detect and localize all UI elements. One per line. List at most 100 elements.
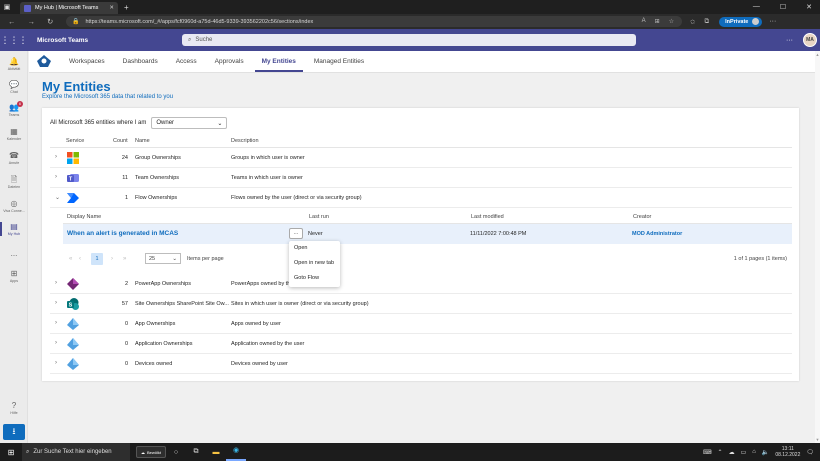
table-row[interactable]: › 24 Group Ownerships Groups in which us… (50, 148, 792, 168)
taskbar-search[interactable]: ⌕ Zur Suche Text hier eingeben (22, 443, 130, 461)
chevron-right-icon[interactable]: › (55, 320, 57, 326)
col-last-modified[interactable]: Last modified (471, 214, 504, 220)
table-row[interactable]: ⌄ 1 Flow Ownerships Flows owned by the u… (50, 188, 792, 208)
tab-approvals[interactable]: Approvals (206, 58, 253, 72)
page-number[interactable]: 1 (91, 253, 103, 265)
first-page-icon[interactable]: « (69, 256, 72, 262)
tab-workspaces[interactable]: Workspaces (60, 58, 114, 72)
rail-item-help[interactable]: ? Hilfe (0, 401, 28, 415)
tab-managed-entities[interactable]: Managed Entities (305, 58, 373, 72)
chevron-down-icon[interactable]: ⌄ (55, 194, 60, 201)
rail-item-calls[interactable]: ☎ Anrufe (0, 151, 28, 165)
chevron-right-icon[interactable]: › (55, 340, 57, 346)
chevron-right-icon[interactable]: › (55, 360, 57, 366)
menu-item-open-new-tab[interactable]: Open in new tab (289, 256, 340, 271)
col-name[interactable]: Name (135, 138, 150, 144)
battery-icon[interactable]: ▭ (741, 449, 747, 456)
weather-widget[interactable]: ☁ Bewölkt (136, 446, 166, 458)
notification-badge: 6 (16, 101, 23, 107)
tab-my-entities[interactable]: My Entities (253, 58, 305, 72)
tab-dashboards[interactable]: Dashboards (114, 58, 167, 72)
chevron-up-icon[interactable]: ⌃ (718, 449, 723, 456)
download-icon[interactable]: ⭳ (3, 424, 25, 440)
col-description[interactable]: Description (231, 138, 259, 144)
task-view-icon[interactable]: ⧉ (186, 448, 206, 456)
network-icon[interactable]: ⌂ (752, 449, 756, 455)
app-launcher-icon[interactable]: ⋮⋮⋮ (0, 35, 28, 46)
creator-link[interactable]: MOD Administrator (632, 231, 682, 237)
settings-more-icon[interactable]: ··· (786, 37, 793, 44)
volume-icon[interactable]: 🔈 (762, 449, 769, 456)
col-creator[interactable]: Creator (633, 214, 651, 220)
avatar[interactable]: MA (803, 33, 817, 47)
app-available-icon[interactable]: ⊞ (655, 18, 660, 25)
next-page-icon[interactable]: › (111, 256, 113, 262)
back-icon[interactable]: ← (8, 17, 16, 26)
rail-item-teams[interactable]: 👥 6 Teams (0, 101, 28, 117)
table-row[interactable]: › S 57 Site Ownerships SharePoint Site O… (50, 294, 792, 314)
rail-label: Teams (8, 113, 20, 117)
chevron-right-icon[interactable]: › (55, 280, 57, 286)
favorite-star-icon[interactable]: ☆ (669, 18, 674, 25)
table-row[interactable]: › 2 PowerApp Ownerships PowerApps owned … (50, 274, 792, 294)
rail-item-activity[interactable]: 🔔 Aktivität (0, 57, 28, 71)
browser-menu-icon[interactable]: ··· (769, 18, 776, 25)
page-size-dropdown[interactable]: 25 ⌄ (145, 253, 181, 264)
maximize-icon[interactable]: ☐ (780, 3, 786, 11)
flow-name-link[interactable]: When an alert is generated in MCAS (67, 230, 178, 237)
more-actions-button[interactable]: ... (289, 228, 303, 239)
favorites-icon[interactable]: ✩ (690, 18, 695, 26)
forward-icon[interactable]: → (28, 17, 36, 26)
rail-item-files[interactable]: 🗎 Dateien (0, 175, 28, 189)
scrollbar[interactable]: ▲ ▼ (815, 51, 820, 443)
browser-tab[interactable]: My Hub | Microsoft Teams ✕ (20, 2, 118, 14)
tab-access[interactable]: Access (167, 58, 206, 72)
address-bar[interactable]: 🔒 https://teams.microsoft.com/_#/apps/fc… (66, 16, 682, 27)
table-row[interactable]: › 0 App Ownerships Apps owned by user (50, 314, 792, 334)
clock[interactable]: 13:11 08.12.2022 (775, 446, 800, 458)
table-row[interactable]: › 0 Application Ownerships Application o… (50, 334, 792, 354)
col-last-run[interactable]: Last run (309, 214, 329, 220)
azure-icon (67, 318, 79, 330)
keyboard-icon[interactable]: ⌨ (703, 449, 712, 456)
rail-item-chat[interactable]: 💬 Chat (0, 80, 28, 94)
chevron-right-icon[interactable]: › (55, 154, 57, 160)
col-service[interactable]: Service (66, 138, 84, 144)
notifications-icon[interactable]: 🗨 (806, 449, 814, 456)
close-tab-icon[interactable]: ✕ (109, 5, 114, 11)
inprivate-badge[interactable]: InPrivate (719, 16, 763, 27)
prev-page-icon[interactable]: ‹ (79, 256, 81, 262)
rail-item-viva[interactable]: ◎ Viva Conne... (0, 199, 28, 213)
chevron-right-icon[interactable]: › (55, 174, 57, 180)
windows-start-icon[interactable]: ⊞ (0, 448, 22, 457)
cortana-icon[interactable]: ○ (166, 449, 186, 456)
flow-row[interactable]: When an alert is generated in MCAS ... N… (63, 224, 792, 244)
chevron-right-icon[interactable]: › (55, 300, 57, 306)
role-dropdown[interactable]: Owner ⌄ (151, 117, 228, 129)
collections-icon[interactable]: ⧉ (704, 18, 709, 26)
minimize-icon[interactable]: — (753, 3, 760, 11)
rail-label: Hilfe (10, 411, 18, 415)
new-tab-icon[interactable]: + (124, 3, 129, 12)
scroll-down-icon[interactable]: ▼ (815, 437, 820, 442)
rail-item-apps[interactable]: ⊞ Apps (0, 269, 28, 283)
table-row[interactable]: › 0 Devices owned Devices owned by user (50, 354, 792, 374)
menu-item-open[interactable]: Open (289, 241, 340, 256)
file-explorer-icon[interactable]: ▬ (206, 449, 226, 456)
tab-actions-icon[interactable]: ▣ (0, 0, 14, 14)
refresh-icon[interactable]: ↻ (47, 17, 53, 26)
close-window-icon[interactable]: ✕ (806, 3, 812, 11)
edge-icon[interactable]: ◉ (226, 443, 246, 461)
menu-item-goto-flow[interactable]: Goto Flow (289, 271, 340, 286)
col-count[interactable]: Count (113, 138, 128, 144)
rail-item-calendar[interactable]: ▦ Kalender (0, 127, 28, 141)
table-row[interactable]: › T 11 Team Ownerships Teams in which us… (50, 168, 792, 188)
read-aloud-icon[interactable]: A (642, 18, 646, 25)
scroll-up-icon[interactable]: ▲ (815, 52, 820, 57)
search-input[interactable]: ⌕ Suche (182, 34, 636, 46)
rail-item-myhub[interactable]: ▤ My Hub (0, 222, 28, 236)
onedrive-icon[interactable]: ☁ (729, 449, 735, 456)
col-display-name[interactable]: Display Name (67, 214, 101, 220)
rail-item-more[interactable]: ... (0, 249, 28, 258)
last-page-icon[interactable]: » (123, 256, 126, 262)
